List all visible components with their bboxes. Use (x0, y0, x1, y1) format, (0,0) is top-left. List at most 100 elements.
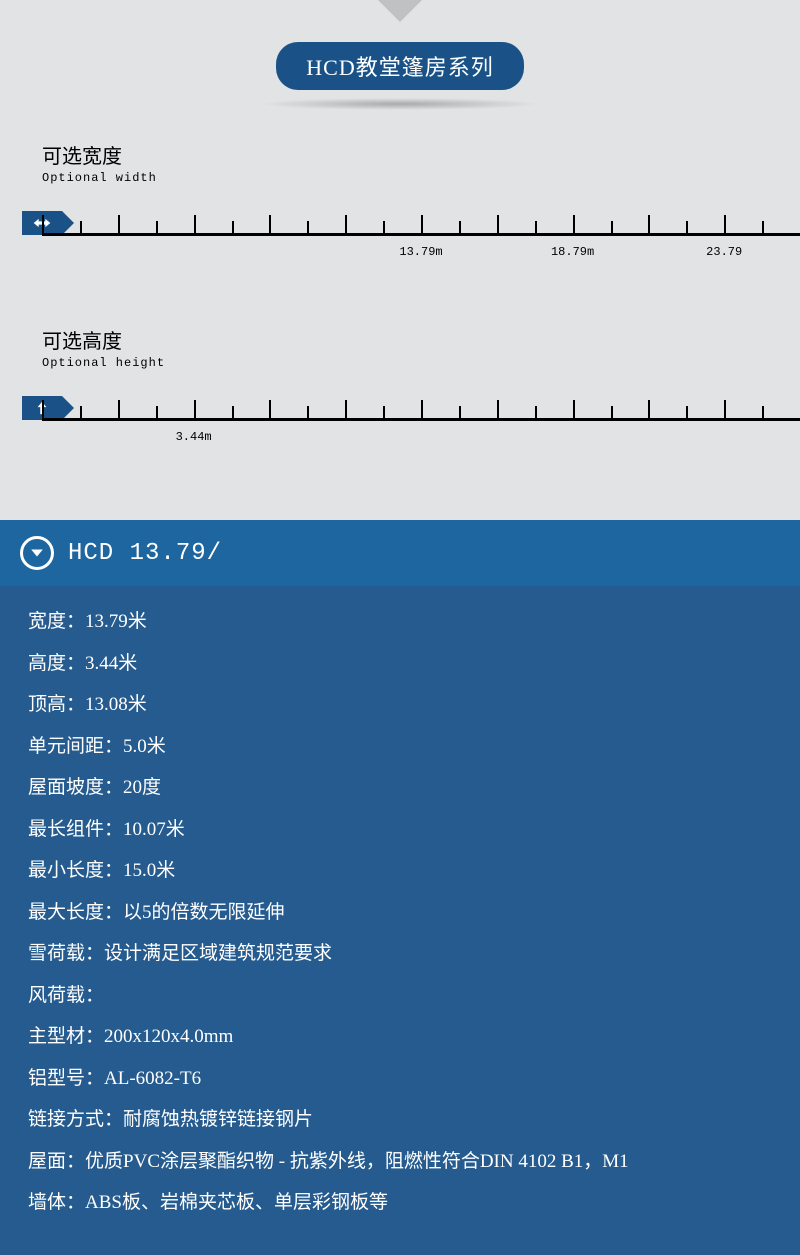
ruler-tick (421, 400, 423, 418)
ruler-label: 3.44m (176, 430, 212, 444)
width-ticks (42, 215, 800, 233)
height-title-en: Optional height (42, 356, 800, 370)
spec-body: 宽度13.79米高度3.44米顶高13.08米单元间距5.0米屋面坡度20度最长… (0, 586, 800, 1255)
series-title-badge: HCD教堂篷房系列 (276, 42, 523, 90)
ruler-tick (611, 221, 613, 233)
ruler-tick (497, 215, 499, 233)
ruler-tick (307, 406, 309, 418)
spec-row: 单元间距5.0米 (28, 733, 772, 762)
ruler-tick (686, 221, 688, 233)
ruler-tick (269, 215, 271, 233)
chevron-down-icon (30, 546, 44, 560)
spec-label: 最大长度 (28, 902, 123, 923)
spec-row: 链接方式耐腐蚀热镀锌链接钢片 (28, 1106, 772, 1135)
spec-label: 风荷载 (28, 985, 104, 1006)
height-ruler[interactable]: 3.44m (42, 400, 800, 460)
spec-row: 最小长度15.0米 (28, 857, 772, 886)
ruler-tick (762, 221, 764, 233)
spec-value: 以5的倍数无限延伸 (123, 902, 285, 923)
ruler-label: 23.79 (706, 245, 742, 259)
ruler-tick (459, 406, 461, 418)
width-ruler[interactable]: 13.79m 18.79m 23.79 (42, 215, 800, 275)
height-title-cn: 可选高度 (42, 325, 800, 354)
height-ticks (42, 400, 800, 418)
spec-header: HCD 13.79/ (0, 520, 800, 586)
height-block: 可选高度 Optional height 3.44m (0, 325, 800, 460)
ruler-tick (42, 400, 44, 418)
width-title-cn: 可选宽度 (42, 140, 800, 169)
ruler-tick (118, 215, 120, 233)
pointer-triangle-icon (378, 0, 422, 22)
ruler-tick (269, 400, 271, 418)
spec-row: 风荷载 (28, 982, 772, 1011)
top-section: HCD教堂篷房系列 可选宽度 Optional width 13.79m 18.7… (0, 0, 800, 520)
ruler-label: 18.79m (551, 245, 594, 259)
ruler-tick (118, 400, 120, 418)
spec-section: HCD 13.79/ 宽度13.79米高度3.44米顶高13.08米单元间距5.… (0, 520, 800, 1255)
ruler-tick (383, 221, 385, 233)
spec-label: 顶高 (28, 694, 85, 715)
ruler-tick (724, 215, 726, 233)
spec-value: 20度 (123, 777, 161, 798)
spec-label: 链接方式 (28, 1109, 123, 1130)
spec-label: 最小长度 (28, 860, 123, 881)
spec-row: 宽度13.79米 (28, 608, 772, 637)
expand-button[interactable] (20, 536, 54, 570)
ruler-tick (80, 221, 82, 233)
ruler-tick (611, 406, 613, 418)
width-block: 可选宽度 Optional width 13.79m 18.79m 23.79 (0, 140, 800, 275)
ruler-tick (573, 400, 575, 418)
ruler-label: 13.79m (399, 245, 442, 259)
spec-row: 屋面优质PVC涂层聚酯织物 - 抗紫外线，阻燃性符合DIN 4102 B1，M1 (28, 1148, 772, 1177)
ruler-tick (80, 406, 82, 418)
spec-label: 雪荷载 (28, 943, 104, 964)
spec-label: 最长组件 (28, 819, 123, 840)
spec-label: 铝型号 (28, 1068, 104, 1089)
ruler-tick (345, 215, 347, 233)
spec-value: 15.0米 (123, 860, 175, 881)
spec-model-title: HCD 13.79/ (68, 540, 222, 567)
spec-value: ABS板、岩棉夹芯板、单层彩钢板等 (85, 1192, 388, 1213)
title-shadow (260, 98, 540, 110)
spec-row: 雪荷载设计满足区域建筑规范要求 (28, 940, 772, 969)
ruler-tick (307, 221, 309, 233)
spec-label: 主型材 (28, 1026, 104, 1047)
width-title-en: Optional width (42, 171, 800, 185)
spec-label: 单元间距 (28, 736, 123, 757)
spec-label: 宽度 (28, 611, 85, 632)
ruler-tick (156, 406, 158, 418)
ruler-tick (383, 406, 385, 418)
spec-value: 耐腐蚀热镀锌链接钢片 (123, 1109, 313, 1130)
spec-row: 屋面坡度20度 (28, 774, 772, 803)
ruler-tick (156, 221, 158, 233)
spec-row: 顶高13.08米 (28, 691, 772, 720)
ruler-tick (194, 400, 196, 418)
ruler-tick (421, 215, 423, 233)
ruler-tick (762, 406, 764, 418)
spec-label: 高度 (28, 653, 85, 674)
ruler-tick (573, 215, 575, 233)
ruler-tick (232, 406, 234, 418)
ruler-tick (42, 215, 44, 233)
ruler-tick (648, 400, 650, 418)
ruler-tick (194, 215, 196, 233)
spec-row: 最大长度以5的倍数无限延伸 (28, 899, 772, 928)
spec-row: 最长组件10.07米 (28, 816, 772, 845)
spec-label: 屋面坡度 (28, 777, 123, 798)
spec-value: 13.79米 (85, 611, 147, 632)
spec-value: 10.07米 (123, 819, 185, 840)
ruler-tick (648, 215, 650, 233)
spec-row: 墙体ABS板、岩棉夹芯板、单层彩钢板等 (28, 1189, 772, 1218)
spec-label: 墙体 (28, 1192, 85, 1213)
spec-value: 3.44米 (85, 653, 137, 674)
ruler-tick (345, 400, 347, 418)
spec-value: 优质PVC涂层聚酯织物 - 抗紫外线，阻燃性符合DIN 4102 B1，M1 (85, 1151, 629, 1172)
ruler-tick (535, 221, 537, 233)
ruler-tick (724, 400, 726, 418)
spec-row: 铝型号AL-6082-T6 (28, 1065, 772, 1094)
spec-value: 5.0米 (123, 736, 166, 757)
width-ruler-line (42, 233, 800, 236)
ruler-tick (535, 406, 537, 418)
spec-value: 设计满足区域建筑规范要求 (104, 943, 332, 964)
height-ruler-line (42, 418, 800, 421)
